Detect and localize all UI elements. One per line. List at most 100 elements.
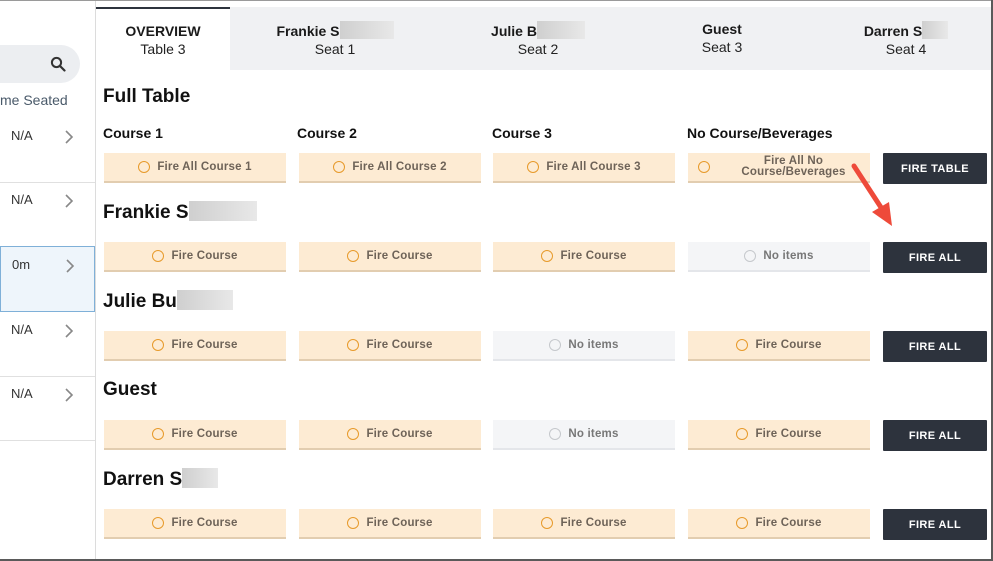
circle-icon [736,517,749,529]
chevron-right-icon [65,194,74,208]
fire-all-button[interactable]: FIRE ALL [883,420,987,451]
column-label-course-3: Course 3 [492,125,552,141]
button-label-line-2: Course/Beverages [741,166,846,178]
fire-all-button[interactable]: FIRE ALL [883,509,987,540]
guest-heading: Darren S [103,468,219,491]
tab-name: Frankie S [276,23,340,39]
fire-all-course-3-button[interactable]: Fire All Course 3 [493,153,675,183]
fire-course-button[interactable]: Fire Course [299,509,481,539]
button-label: Fire Course [171,517,238,529]
table-row[interactable]: N/A [0,312,95,377]
chevron-right-icon [66,259,75,273]
circle-icon [138,161,151,173]
circle-icon [736,339,749,351]
button-label: Fire Course [366,517,433,529]
column-label-course-2: Course 2 [297,125,357,141]
fire-course-button[interactable]: Fire Course [493,509,675,539]
button-label: Fire Course [171,428,238,440]
tab-seat-4[interactable]: Darren S Seat 4 [846,7,966,70]
fire-course-button[interactable]: Fire Course [299,242,481,272]
fire-all-course-1-button[interactable]: Fire All Course 1 [104,153,286,183]
tab-seat-3[interactable]: Guest Seat 3 [672,7,772,70]
button-label: No items [568,339,619,351]
circle-icon [541,250,554,262]
fire-course-button[interactable]: Fire Course [104,331,286,361]
redacted-name [339,21,394,39]
redacted-name [188,201,257,221]
fire-all-course-2-button[interactable]: Fire All Course 2 [299,153,481,183]
fire-all-button[interactable]: FIRE ALL [883,331,987,362]
tab-seat-1[interactable]: Frankie S Seat 1 [266,7,404,70]
button-label: Fire Course [171,250,238,262]
fire-course-button[interactable]: Fire Course [104,242,286,272]
redacted-name [182,468,219,488]
button-label: No items [568,428,619,440]
tab-name: Julie B [491,23,537,39]
circle-icon [698,161,710,173]
no-items-button: No items [688,242,870,272]
time-seated-value: 0m [12,257,31,272]
button-label: Fire All Course 2 [352,161,447,173]
seat-tabs: OVERVIEW Table 3 Frankie S Seat 1 Julie … [96,7,991,70]
fire-table-button[interactable]: FIRE TABLE [883,153,987,184]
time-seated-value: N/A [11,386,33,401]
circle-icon [152,339,165,351]
guest-heading: Julie Bu [103,290,233,313]
table-list-sidebar: me Seated N/A N/A 0m N/A N/A [0,0,96,561]
fire-course-button[interactable]: Fire Course [688,331,870,361]
tab-seat: Seat 4 [885,41,927,57]
tab-overview[interactable]: OVERVIEW Table 3 [96,7,230,70]
full-table-heading: Full Table [103,86,191,107]
circle-icon [347,428,360,440]
circle-icon [549,428,562,440]
button-label: Fire Course [366,428,433,440]
circle-icon [347,517,360,529]
guest-heading: Frankie S [103,201,257,224]
tab-seat: Seat 2 [517,41,559,57]
fire-course-button[interactable]: Fire Course [299,331,481,361]
button-label: Fire Course [366,339,433,351]
search-input[interactable] [0,45,80,83]
tab-seat: Seat 1 [314,41,356,57]
button-label: Fire Course [560,517,627,529]
fire-course-button[interactable]: Fire Course [104,420,286,450]
no-items-button: No items [493,331,675,361]
circle-icon [736,428,749,440]
redacted-name [536,21,585,39]
fire-course-button[interactable]: Fire Course [688,420,870,450]
table-row[interactable]: N/A [0,182,95,247]
search-icon[interactable] [50,56,66,72]
circle-icon [347,339,360,351]
table-row[interactable]: N/A [0,376,95,441]
fire-all-no-course-beverages-button[interactable]: Fire All No Course/Beverages [688,153,870,183]
column-label-no-course: No Course/Beverages [687,125,833,141]
circle-icon [744,250,757,262]
tab-seat: Table 3 [140,41,186,57]
fire-course-button[interactable]: Fire Course [688,509,870,539]
fire-course-button[interactable]: Fire Course [104,509,286,539]
button-label: Fire Course [171,339,238,351]
circle-icon [527,161,540,173]
button-label: Fire Course [366,250,433,262]
button-label: Fire Course [560,250,627,262]
tab-seat: Seat 3 [701,39,743,55]
time-seated-value: N/A [11,192,33,207]
fire-all-button[interactable]: FIRE ALL [883,242,987,273]
no-items-button: No items [493,420,675,450]
fire-course-button[interactable]: Fire Course [493,242,675,272]
circle-icon [152,250,165,262]
fire-course-button[interactable]: Fire Course [299,420,481,450]
time-seated-value: N/A [11,322,33,337]
guest-name: Julie Bu [103,291,177,312]
redacted-name [922,21,949,39]
time-seated-column-header[interactable]: me Seated [0,92,68,108]
chevron-right-icon [65,388,74,402]
table-row[interactable]: N/A [0,118,95,183]
button-label: Fire All Course 3 [546,161,641,173]
tab-seat-2[interactable]: Julie B Seat 2 [476,7,600,70]
chevron-right-icon [65,130,74,144]
tab-name: Guest [702,21,742,37]
redacted-name [176,290,233,310]
annotation-arrow-icon [851,163,892,226]
table-row-selected[interactable]: 0m [0,246,95,312]
